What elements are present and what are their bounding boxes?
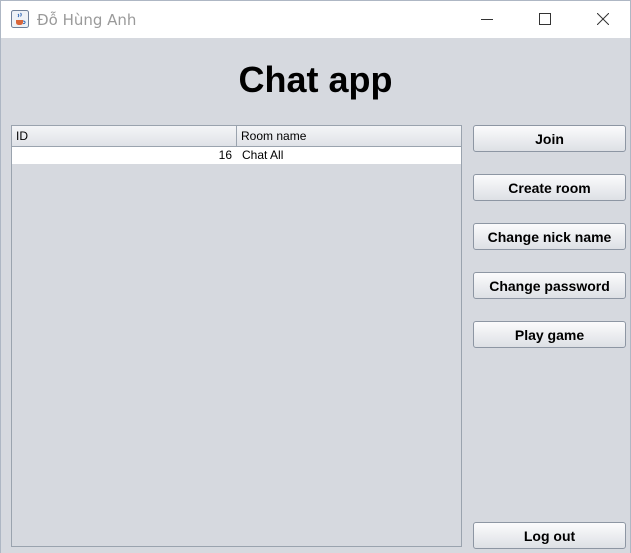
log-out-button[interactable]: Log out (473, 522, 626, 549)
change-nick-name-button[interactable]: Change nick name (473, 223, 626, 250)
page-title: Chat app (238, 59, 393, 100)
table-row[interactable]: 16 Chat All (12, 147, 461, 164)
cell-id: 16 (218, 148, 232, 162)
close-icon (596, 10, 610, 29)
title-bar[interactable]: Đỗ Hùng Anh (1, 1, 630, 38)
column-header-room-name[interactable]: Room name (237, 126, 461, 146)
join-button[interactable]: Join (473, 125, 626, 152)
cell-room-name: Chat All (242, 148, 284, 162)
create-room-button[interactable]: Create room (473, 174, 626, 201)
minimize-button[interactable] (458, 1, 516, 38)
column-header-id[interactable]: ID (12, 126, 237, 146)
close-button[interactable] (574, 1, 631, 38)
change-password-button[interactable]: Change password (473, 272, 626, 299)
table-header: ID Room name (12, 126, 461, 147)
main-panel: Chat app ID Room name 16 Chat All Join C… (1, 38, 630, 553)
play-game-button[interactable]: Play game (473, 321, 626, 348)
maximize-button[interactable] (516, 1, 574, 38)
rooms-table[interactable]: ID Room name 16 Chat All (11, 125, 462, 547)
java-cup-icon (11, 10, 29, 28)
app-window: Đỗ Hùng Anh Chat app ID Room name 16 Cha… (0, 0, 631, 553)
window-title: Đỗ Hùng Anh (37, 11, 137, 29)
minimize-icon (481, 10, 493, 29)
maximize-icon (539, 10, 551, 29)
